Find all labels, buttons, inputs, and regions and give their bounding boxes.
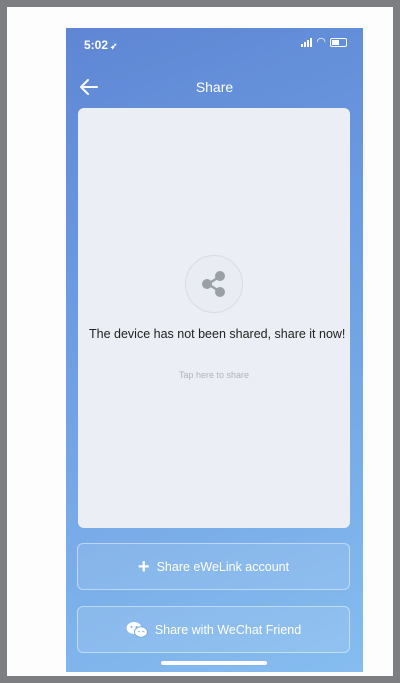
empty-message: The device has not been shared, share it… [89,327,346,341]
home-indicator [161,661,267,665]
wifi-icon: ◠ [316,36,326,48]
nav-bar: Share [66,72,363,102]
phone-screen: 5:02 ➶ ◠ Share The device has not been s… [66,28,363,672]
tap-hint[interactable]: Tap here to share [78,370,350,380]
share-card[interactable]: The device has not been shared, share it… [78,108,350,528]
plus-icon: + [137,555,150,578]
page-title: Share [195,79,234,95]
status-bar: 5:02 ➶ ◠ [66,36,363,56]
status-icons: ◠ [301,36,347,48]
share-ewelink-button[interactable]: + Share eWeLink account [77,543,350,590]
wechat-icon [126,621,148,638]
share-icon[interactable] [185,255,243,313]
status-time: 5:02 ➶ [84,38,118,52]
battery-icon [330,38,347,47]
signal-icon [301,38,313,47]
screenshot-frame: 5:02 ➶ ◠ Share The device has not been s… [7,7,393,676]
share-ewelink-label: Share eWeLink account [156,559,290,574]
location-arrow-icon: ➶ [110,41,118,51]
share-wechat-button[interactable]: Share with WeChat Friend [77,606,350,653]
share-wechat-label: Share with WeChat Friend [154,622,302,637]
